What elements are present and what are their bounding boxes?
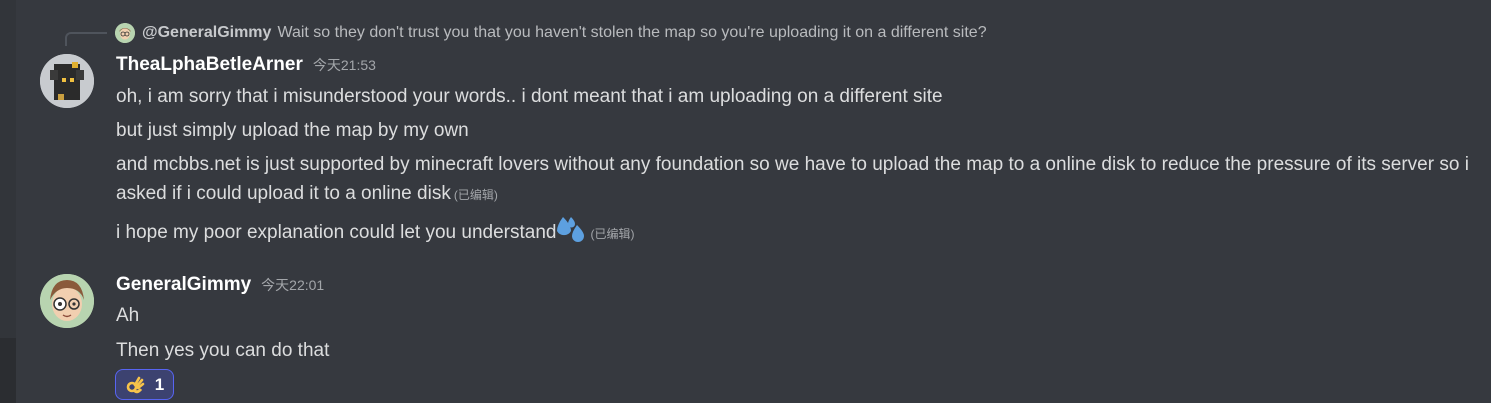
message-text: i hope my poor explanation could let you… xyxy=(116,215,634,252)
username[interactable]: TheaLphaBetleArner xyxy=(116,54,303,76)
avatar[interactable] xyxy=(40,54,94,108)
message-text: Then yes you can do that xyxy=(116,340,330,361)
timestamp[interactable]: 今天21:53 xyxy=(313,55,376,75)
reply-connector xyxy=(65,32,107,46)
message-text: but just simply upload the map by my own xyxy=(116,120,469,141)
reply-text[interactable]: Wait so they don't trust you that you ha… xyxy=(277,24,986,42)
avatar[interactable] xyxy=(40,274,94,328)
timestamp[interactable]: 今天22:01 xyxy=(261,275,324,295)
reaction-button[interactable]: 1 xyxy=(115,369,174,400)
reply-avatar[interactable] xyxy=(115,23,135,43)
message-header: TheaLphaBetleArner 今天21:53 xyxy=(116,54,376,76)
sweat-drops-icon xyxy=(557,215,587,252)
message-text: oh, i am sorry that i misunderstood your… xyxy=(116,86,943,107)
reply-author[interactable]: @GeneralGimmy xyxy=(142,24,271,42)
reply-preview[interactable]: @GeneralGimmy Wait so they don't trust y… xyxy=(115,22,987,44)
message-text: Ah xyxy=(116,305,140,326)
message-text-body: i hope my poor explanation could let you… xyxy=(116,222,557,243)
ok-hand-icon xyxy=(125,375,145,395)
message-header: GeneralGimmy 今天22:01 xyxy=(116,274,324,296)
edited-label: (已编辑) xyxy=(590,227,635,241)
chat-messages: @GeneralGimmy Wait so they don't trust y… xyxy=(16,0,1491,403)
username[interactable]: GeneralGimmy xyxy=(116,274,251,296)
message-text-body: and mcbbs.net is just supported by minec… xyxy=(116,154,1469,204)
reaction-count: 1 xyxy=(154,374,165,394)
sidebar-edge-bottom xyxy=(0,338,16,403)
message-text: and mcbbs.net is just supported by minec… xyxy=(116,150,1476,210)
edited-label: (已编辑) xyxy=(453,188,498,202)
